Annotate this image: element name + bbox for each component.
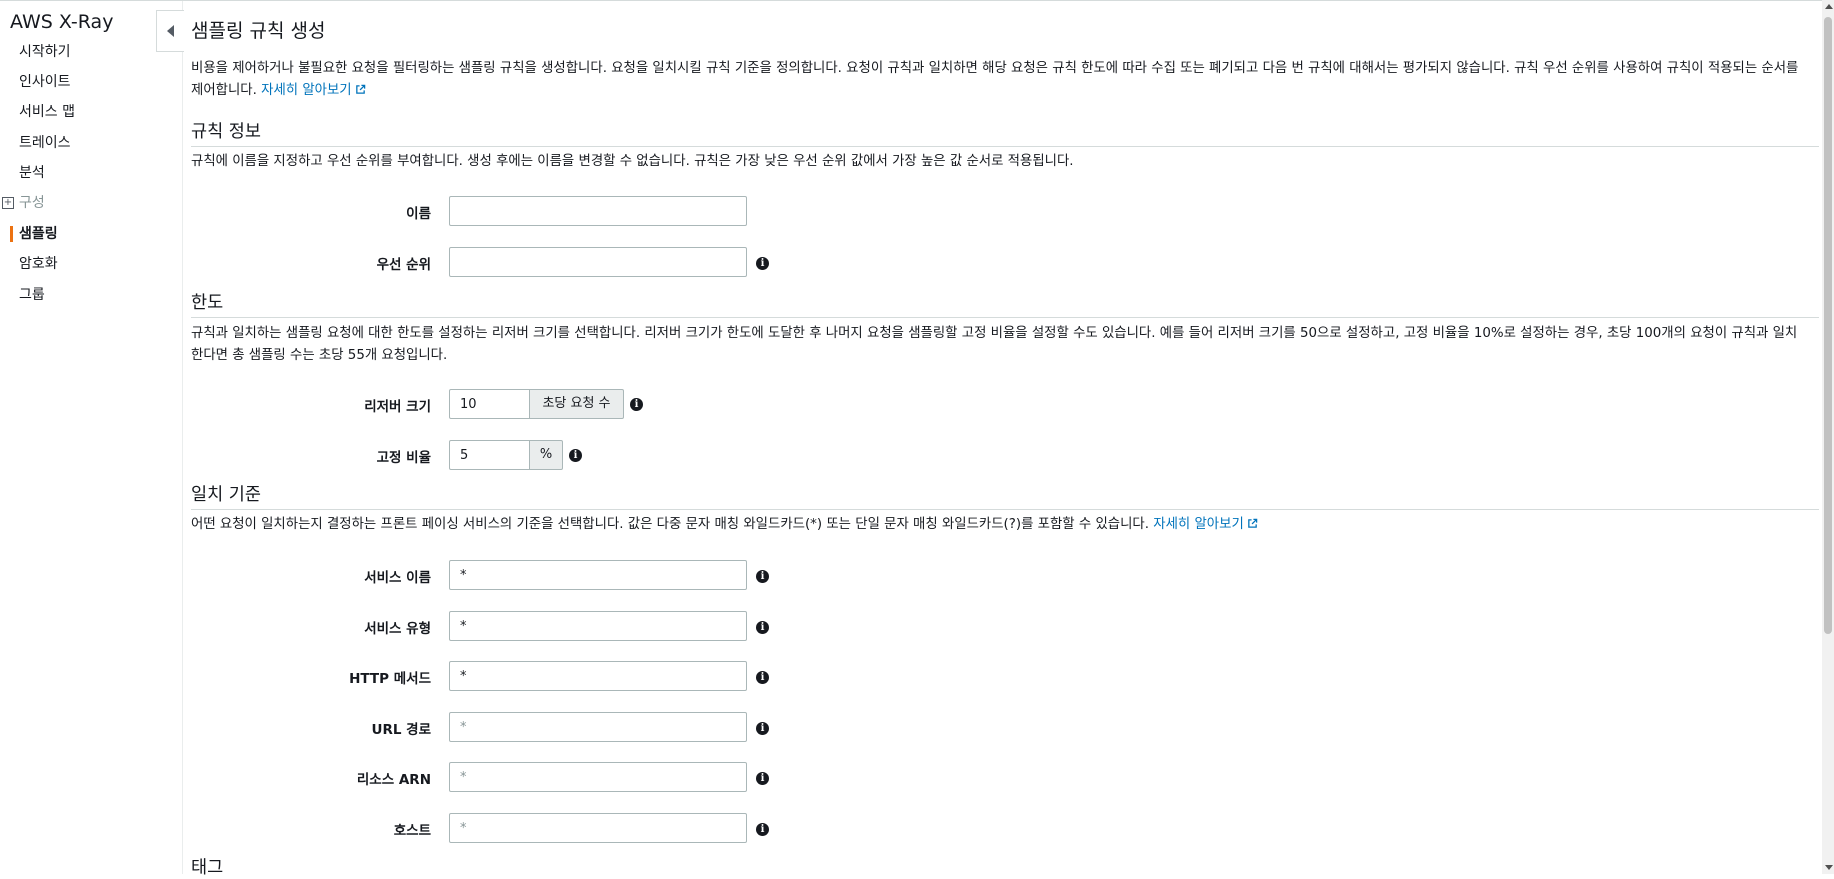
http-method-info-icon[interactable]: i (756, 671, 769, 684)
service-type-info-icon[interactable]: i (756, 621, 769, 634)
reservoir-label: 리저버 크기 (364, 399, 431, 415)
name-input[interactable] (449, 196, 747, 226)
external-link-icon (1247, 518, 1258, 528)
sidebar-item-configuration[interactable]: 구성 (19, 192, 45, 214)
reservoir-info-icon[interactable]: i (630, 398, 643, 411)
host-info-icon[interactable]: i (756, 823, 769, 836)
scrollbar-thumb[interactable] (1824, 17, 1832, 634)
sidebar-item-encryption[interactable]: 암호화 (19, 253, 58, 275)
http-method-label: HTTP 메서드 (349, 671, 431, 687)
main-content: 샘플링 규칙 생성 비용을 제어하거나 불필요한 요청을 필터링하는 샘플링 규… (191, 0, 1819, 878)
sidebar-item-groups[interactable]: 그룹 (19, 284, 45, 306)
sidebar-item-insights[interactable]: 인사이트 (19, 71, 71, 93)
criteria-description-text: 어떤 요청이 일치하는지 결정하는 프론트 페이싱 서비스의 기준을 선택합니다… (191, 517, 1149, 532)
rule-info-description: 규칙에 이름을 지정하고 우선 순위를 부여합니다. 생성 후에는 이름을 변경… (191, 154, 1074, 169)
section-criteria-title: 일치 기준 (191, 485, 261, 505)
sidebar-brand[interactable]: AWS X-Ray (10, 11, 113, 33)
name-label: 이름 (406, 206, 431, 222)
page-intro: 비용을 제어하거나 불필요한 요청을 필터링하는 샘플링 규칙을 생성합니다. … (191, 58, 1809, 102)
host-label: 호스트 (393, 823, 431, 839)
resource-arn-label: 리소스 ARN (356, 772, 431, 788)
fixed-rate-unit-addon: % (530, 440, 563, 470)
sidebar-item-service-map[interactable]: 서비스 맵 (19, 101, 75, 123)
scroll-up-icon[interactable] (1825, 4, 1833, 9)
reservoir-input[interactable] (449, 389, 530, 419)
criteria-learn-more-label: 자세히 알아보기 (1153, 517, 1244, 532)
priority-label: 우선 순위 (376, 257, 431, 273)
url-path-input[interactable] (449, 712, 747, 742)
host-input[interactable] (449, 813, 747, 843)
sidebar-item-analytics[interactable]: 분석 (19, 162, 45, 184)
limits-description: 규칙과 일치하는 샘플링 요청에 대한 한도를 설정하는 리저버 크기를 선택합… (191, 326, 1798, 363)
expand-plus-icon[interactable]: + (2, 197, 14, 209)
criteria-description: 어떤 요청이 일치하는지 결정하는 프론트 페이싱 서비스의 기준을 선택합니다… (191, 514, 1809, 536)
sidebar: AWS X-Ray 시작하기 인사이트 서비스 맵 트레이스 분석 + 구성 샘… (0, 1, 183, 874)
service-name-label: 서비스 이름 (364, 570, 431, 586)
priority-input[interactable] (449, 247, 747, 277)
active-indicator (10, 226, 13, 242)
section-tags-title: 태그 (191, 858, 224, 878)
sidebar-item-getting-started[interactable]: 시작하기 (19, 41, 71, 63)
external-link-icon (355, 84, 365, 94)
section-divider (191, 146, 1819, 147)
section-divider (191, 317, 1819, 318)
learn-more-link[interactable]: 자세히 알아보기 (261, 83, 366, 98)
fixed-rate-info-icon[interactable]: i (569, 449, 582, 462)
service-type-input[interactable] (449, 611, 747, 641)
reservoir-unit-addon: 초당 요청 수 (530, 389, 624, 419)
section-limits-title: 한도 (191, 293, 224, 313)
fixed-rate-label: 고정 비율 (376, 450, 431, 466)
service-type-label: 서비스 유형 (364, 621, 431, 637)
caret-left-icon (167, 25, 174, 37)
http-method-input[interactable] (449, 661, 747, 691)
fixed-rate-input[interactable] (449, 440, 530, 470)
resource-arn-input[interactable] (449, 762, 747, 792)
service-name-info-icon[interactable]: i (756, 570, 769, 583)
url-path-info-icon[interactable]: i (756, 722, 769, 735)
criteria-learn-more-link[interactable]: 자세히 알아보기 (1153, 517, 1258, 532)
sidebar-item-sampling[interactable]: 샘플링 (19, 223, 58, 245)
section-rule-info-title: 규칙 정보 (191, 122, 261, 142)
page-intro-text: 비용을 제어하거나 불필요한 요청을 필터링하는 샘플링 규칙을 생성합니다. … (191, 61, 1799, 98)
url-path-label: URL 경로 (371, 722, 432, 738)
service-name-input[interactable] (449, 560, 747, 590)
scroll-down-icon[interactable] (1825, 865, 1833, 870)
page-title: 샘플링 규칙 생성 (191, 20, 326, 42)
resource-arn-info-icon[interactable]: i (756, 772, 769, 785)
learn-more-label: 자세히 알아보기 (261, 83, 352, 98)
section-divider (191, 509, 1819, 510)
sidebar-collapse-button[interactable] (156, 10, 184, 52)
sidebar-item-traces[interactable]: 트레이스 (19, 132, 71, 154)
priority-info-icon[interactable]: i (756, 257, 769, 270)
